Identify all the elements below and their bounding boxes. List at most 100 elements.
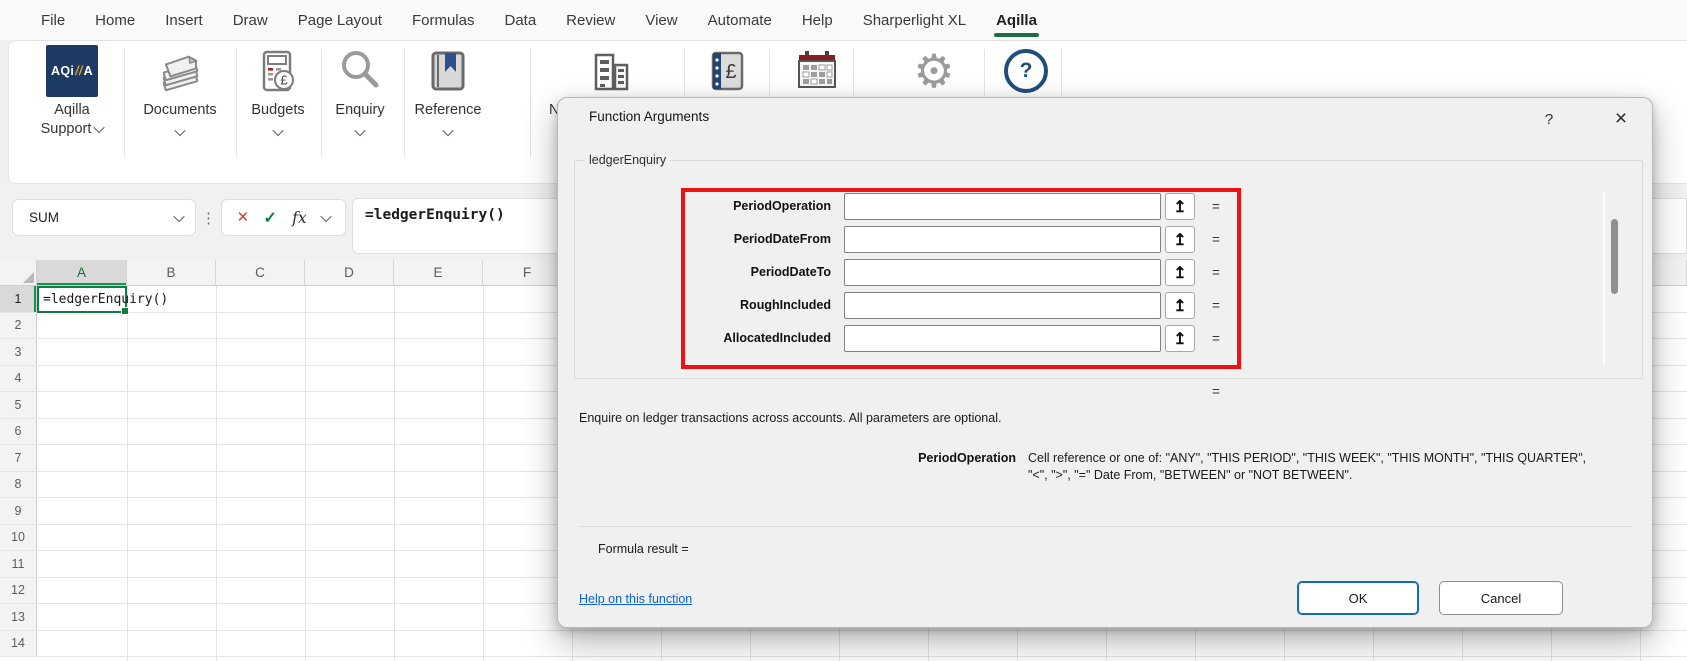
gridline [394, 286, 395, 661]
tab-automate[interactable]: Automate [693, 0, 787, 40]
formula-result-label: Formula result = [598, 542, 689, 556]
gear-icon: ⚙ [913, 47, 954, 95]
range-selector-icon-allocatedincluded[interactable]: ↥ [1165, 325, 1195, 352]
aqilla-support-label: Aqilla Support [21, 101, 123, 139]
fill-handle[interactable] [121, 307, 129, 315]
dialog-title: Function Arguments [589, 109, 709, 124]
budgets-button[interactable]: £ Budgets [234, 45, 322, 141]
dialog-help-button[interactable]: ? [1530, 104, 1568, 134]
help-icon: ? [1004, 49, 1048, 93]
ok-button[interactable]: OK [1297, 581, 1419, 615]
column-header-c[interactable]: C [216, 260, 305, 286]
calendar-button[interactable] [793, 45, 841, 97]
row-header-14[interactable]: 14 [0, 631, 37, 657]
logo-text-a: AQi [51, 64, 74, 78]
range-selector-icon-roughincluded[interactable]: ↥ [1165, 292, 1195, 319]
equals-sign-perioddatefrom: = [1204, 226, 1228, 253]
name-box[interactable]: SUM [12, 199, 196, 236]
tab-insert[interactable]: Insert [150, 0, 218, 40]
chevron-down-icon [354, 125, 365, 136]
reference-label: Reference [404, 101, 492, 120]
tab-aqilla[interactable]: Aqilla [981, 0, 1052, 40]
row-header-1[interactable]: 1 [0, 286, 37, 312]
aqilla-support-button[interactable]: AQi//A Aqilla Support [21, 45, 123, 139]
chevron-down-icon [272, 125, 283, 136]
tab-page-layout[interactable]: Page Layout [283, 0, 397, 40]
field-label-perioddatefrom: PeriodDateFrom [618, 226, 831, 253]
help-on-function-link[interactable]: Help on this function [579, 592, 692, 606]
field-input-roughincluded[interactable] [844, 292, 1161, 319]
row-header-4[interactable]: 4 [0, 366, 37, 392]
row-header-12[interactable]: 12 [0, 578, 37, 604]
tab-file[interactable]: File [26, 0, 80, 40]
cancel-button[interactable]: Cancel [1439, 581, 1563, 615]
tab-help[interactable]: Help [787, 0, 848, 40]
range-selector-icon-periodoperation[interactable]: ↥ [1165, 193, 1195, 220]
building-icon [587, 47, 635, 95]
column-header-d[interactable]: D [305, 260, 394, 286]
enquiry-button[interactable]: Enquiry [316, 45, 404, 141]
documents-button[interactable]: Documents [132, 45, 228, 141]
row-header-11[interactable]: 11 [0, 551, 37, 577]
row-header-3[interactable]: 3 [0, 339, 37, 365]
row-header-2[interactable]: 2 [0, 313, 37, 339]
logo-text-b: A [84, 64, 93, 78]
selected-cell-a1[interactable]: =ledgerEnquiry() [37, 286, 127, 313]
insert-function-icon[interactable]: fx [292, 209, 306, 227]
row-header-13[interactable]: 13 [0, 604, 37, 630]
function-arguments-dialog: Function Arguments ? × ledgerEnquiry Per… [557, 97, 1653, 628]
reference-button[interactable]: Reference [404, 45, 492, 141]
gridline [483, 286, 484, 661]
field-label-perioddateto: PeriodDateTo [618, 259, 831, 286]
tab-view[interactable]: View [630, 0, 692, 40]
ledger-button[interactable]: £ [703, 45, 751, 97]
cancel-entry-icon[interactable]: × [237, 208, 248, 227]
tab-data[interactable]: Data [489, 0, 551, 40]
formula-buttons-group: × ✓ fx [221, 199, 346, 236]
column-header-e[interactable]: E [394, 260, 483, 286]
param-help-line2: "<", ">", "=" Date From, "BETWEEN" or "N… [1028, 467, 1644, 484]
dialog-scrollbar-thumb[interactable] [1611, 219, 1618, 294]
groupbox-label: ledgerEnquiry [585, 153, 670, 167]
row-header-6[interactable]: 6 [0, 419, 37, 445]
budgets-label: Budgets [234, 101, 322, 120]
column-header-b[interactable]: B [127, 260, 216, 286]
help-button-ribbon[interactable]: ? [1002, 45, 1050, 97]
enter-entry-icon[interactable]: ✓ [263, 208, 276, 228]
equals-sign-perioddateto: = [1204, 259, 1228, 286]
drag-dots-icon: ⋮ [201, 199, 216, 236]
tab-draw[interactable]: Draw [218, 0, 283, 40]
dialog-scrollbar-track[interactable] [1603, 192, 1605, 364]
result-equals-sign: = [1204, 378, 1228, 405]
row-header-7[interactable]: 7 [0, 445, 37, 471]
field-input-perioddatefrom[interactable] [844, 226, 1161, 253]
row-header-9[interactable]: 9 [0, 498, 37, 524]
settings-button[interactable]: ⚙ [910, 45, 958, 97]
field-input-perioddateto[interactable] [844, 259, 1161, 286]
svg-text:£: £ [725, 61, 736, 83]
tab-sharperlight-xl[interactable]: Sharperlight XL [848, 0, 981, 40]
tab-formulas[interactable]: Formulas [397, 0, 490, 40]
search-icon [336, 47, 384, 95]
documents-icon [156, 47, 204, 95]
field-input-periodoperation[interactable] [844, 193, 1161, 220]
tab-home[interactable]: Home [80, 0, 150, 40]
column-header-a[interactable]: A [37, 260, 127, 286]
equals-sign-roughincluded: = [1204, 292, 1228, 319]
tab-review[interactable]: Review [551, 0, 630, 40]
row-header-8[interactable]: 8 [0, 472, 37, 498]
field-input-allocatedincluded[interactable] [844, 325, 1161, 352]
range-selector-icon-perioddateto[interactable]: ↥ [1165, 259, 1195, 286]
close-icon[interactable]: × [1598, 104, 1644, 134]
field-label-roughincluded: RoughIncluded [618, 292, 831, 319]
range-selector-icon-perioddatefrom[interactable]: ↥ [1165, 226, 1195, 253]
aqilla-logo-icon: AQi//A [46, 45, 98, 97]
row-header-5[interactable]: 5 [0, 392, 37, 418]
equals-sign-allocatedincluded: = [1204, 325, 1228, 352]
dialog-divider [579, 526, 1633, 527]
gridline [305, 286, 306, 661]
select-all-corner[interactable] [0, 260, 37, 286]
row-header-10[interactable]: 10 [0, 525, 37, 551]
ledger-pound-icon: £ [704, 47, 750, 95]
chevron-down-icon[interactable] [320, 210, 331, 221]
